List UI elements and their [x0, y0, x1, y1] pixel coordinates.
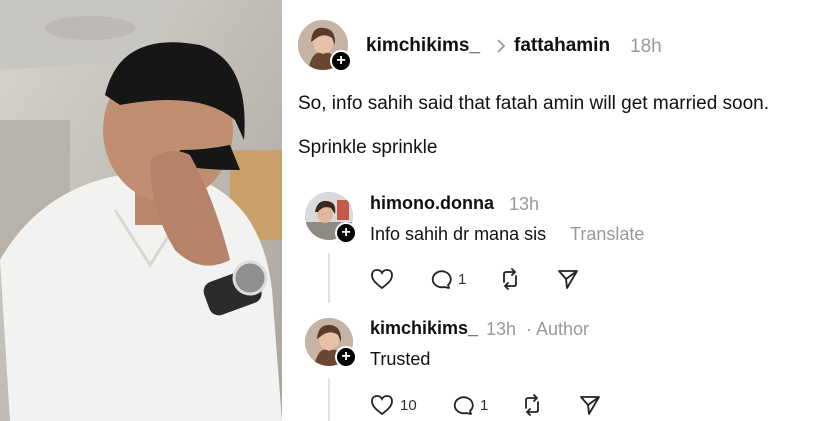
- like-action[interactable]: [370, 268, 400, 290]
- reply-text: Info sahih dr mana sis: [370, 224, 547, 244]
- post-text-line-1: So, info sahih said that fatah amin will…: [298, 93, 770, 114]
- post-text-line-2: Sprinkle sprinkle: [298, 137, 438, 158]
- share-icon: [556, 268, 580, 290]
- comment-icon: [428, 268, 452, 290]
- translate-link[interactable]: Translate: [570, 224, 644, 245]
- repost-action[interactable]: [520, 394, 544, 416]
- comment-action[interactable]: 1: [428, 268, 466, 290]
- reply-text: Trusted: [370, 349, 431, 369]
- repost-action[interactable]: [498, 268, 522, 290]
- comment-action[interactable]: 1: [450, 394, 488, 416]
- comment-count: 1: [480, 396, 489, 414]
- comment-icon: [450, 394, 474, 416]
- share-icon: [578, 394, 602, 416]
- reply-username[interactable]: kimchikims_: [370, 318, 478, 339]
- plus-icon[interactable]: +: [335, 222, 357, 244]
- plus-icon[interactable]: +: [335, 346, 357, 368]
- heart-icon: [370, 394, 394, 416]
- author-badge: · Author: [526, 319, 590, 339]
- reply-username[interactable]: himono.donna: [370, 193, 494, 214]
- reply-to-user[interactable]: fattahamin: [514, 35, 610, 57]
- chevron-right-icon: [496, 37, 506, 60]
- plus-icon[interactable]: +: [330, 50, 352, 72]
- repost-icon: [520, 394, 544, 416]
- thread-line: [328, 378, 330, 421]
- post-photo[interactable]: [0, 0, 282, 421]
- post-time: 18h: [630, 36, 662, 57]
- reply-time: 13h: [509, 194, 540, 214]
- like-count: 10: [400, 396, 417, 414]
- man-in-cap-photo: [0, 0, 282, 421]
- reply-time: 13h: [486, 319, 517, 339]
- heart-icon: [370, 268, 394, 290]
- share-action[interactable]: [578, 394, 602, 416]
- like-action[interactable]: 10: [370, 394, 417, 416]
- comment-count: 1: [458, 270, 467, 288]
- repost-icon: [498, 268, 522, 290]
- post-author[interactable]: kimchikims_: [366, 35, 480, 57]
- share-action[interactable]: [556, 268, 580, 290]
- thread-line: [328, 253, 330, 303]
- thread-panel: + kimchikims_ fattahamin 18h So, info sa…: [282, 0, 830, 421]
